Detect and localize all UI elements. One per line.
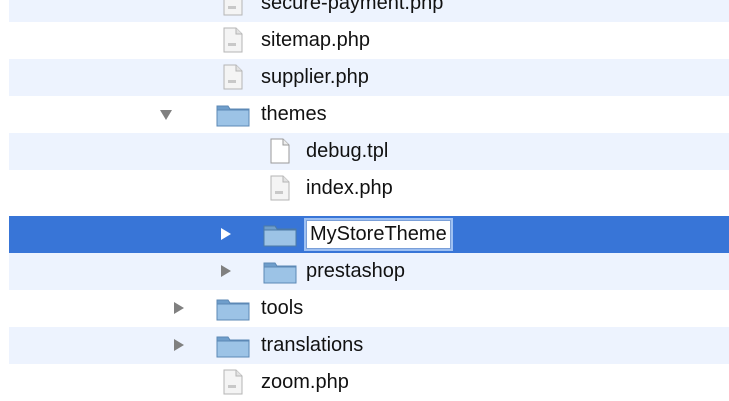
folder-icon bbox=[216, 105, 250, 127]
folder-icon bbox=[216, 299, 250, 321]
folder-icon bbox=[216, 336, 250, 358]
list-item-supplier[interactable]: supplier.php bbox=[9, 59, 729, 96]
file-name: sitemap.php bbox=[261, 29, 370, 51]
list-item-mystoretheme[interactable]: MyStoreTheme bbox=[9, 216, 729, 253]
rename-field[interactable]: MyStoreTheme bbox=[306, 220, 451, 249]
list-item-debug-tpl[interactable]: debug.tpl bbox=[9, 133, 729, 170]
disclosure-triangle-collapsed-icon[interactable] bbox=[221, 228, 231, 240]
disclosure-triangle-collapsed-icon[interactable] bbox=[174, 339, 184, 351]
php-file-icon bbox=[223, 64, 243, 90]
list-item-themes[interactable]: themes bbox=[9, 96, 729, 133]
php-file-icon bbox=[223, 369, 243, 395]
folder-name: themes bbox=[261, 103, 327, 125]
disclosure-triangle-expanded-icon[interactable] bbox=[160, 110, 172, 120]
disclosure-triangle-collapsed-icon[interactable] bbox=[221, 265, 231, 277]
list-item-tools[interactable]: tools bbox=[9, 290, 729, 327]
list-item-zoom-php[interactable]: zoom.php bbox=[9, 364, 729, 401]
disclosure-triangle-collapsed-icon[interactable] bbox=[174, 302, 184, 314]
list-item-index-php[interactable]: index.php bbox=[9, 170, 729, 207]
list-item-prestashop[interactable]: prestashop bbox=[9, 253, 729, 290]
list-item-translations[interactable]: translations bbox=[9, 327, 729, 364]
list-item-sitemap[interactable]: sitemap.php bbox=[9, 22, 729, 59]
file-name: secure-payment.php bbox=[261, 0, 444, 14]
file-list: secure-payment.php sitemap.php supplier.… bbox=[0, 0, 729, 395]
folder-name: prestashop bbox=[306, 260, 405, 282]
folder-icon bbox=[263, 225, 297, 247]
file-name: supplier.php bbox=[261, 66, 369, 88]
file-name: index.php bbox=[306, 177, 393, 199]
list-item-secure-payment[interactable]: secure-payment.php bbox=[9, 0, 729, 22]
folder-icon bbox=[263, 262, 297, 284]
php-file-icon bbox=[223, 0, 243, 16]
folder-name: translations bbox=[261, 334, 364, 356]
php-file-icon bbox=[223, 27, 243, 53]
folder-name: tools bbox=[261, 297, 304, 319]
file-name: zoom.php bbox=[261, 371, 349, 393]
document-icon bbox=[270, 138, 290, 164]
file-name: debug.tpl bbox=[306, 140, 389, 162]
php-file-icon bbox=[270, 175, 290, 201]
